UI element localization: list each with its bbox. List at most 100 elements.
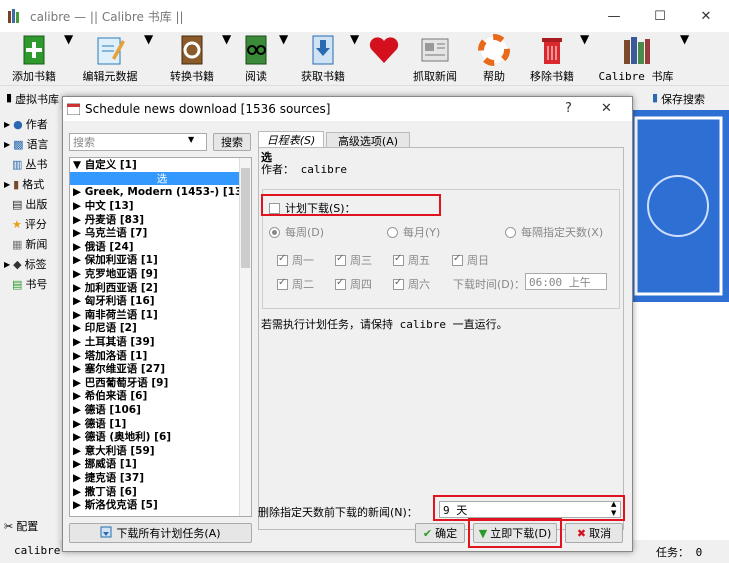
tree-item[interactable]: ▶ 俄语 [24] <box>70 240 251 254</box>
recipe-tree[interactable]: ▼ 自定义 [1] 选 ▶ Greek, Modern (1453-) [13] ▶ … <box>69 157 252 517</box>
remove-books-button[interactable]: 移除书籍 <box>526 32 578 86</box>
tab-schedule[interactable]: 日程表(S) <box>258 131 324 148</box>
day-monday-box[interactable] <box>277 253 288 266</box>
radio-monthly[interactable]: 每月(Y) <box>387 224 440 240</box>
close-button[interactable]: ✕ <box>683 0 729 32</box>
day-wednesday-box[interactable] <box>335 253 346 266</box>
maximize-button[interactable]: ☐ <box>637 0 683 32</box>
tree-item[interactable]: ▶ 德语 (奥地利) [6] <box>70 430 251 444</box>
help-icon <box>478 34 510 66</box>
tree-item[interactable]: ▶ 克罗地亚语 [9] <box>70 267 251 281</box>
dialog-close-button[interactable]: ✕ <box>601 101 612 116</box>
minimize-button[interactable]: — <box>591 0 637 32</box>
tree-item[interactable]: ▶ 撒丁语 [6] <box>70 484 251 498</box>
help-question-button[interactable]: ? <box>565 101 572 116</box>
day-tuesday-box[interactable] <box>277 277 288 290</box>
tree-item[interactable]: ▶ 南非荷兰语 [1] <box>70 308 251 322</box>
publisher-icon: ▤ <box>12 197 23 211</box>
day-tuesday[interactable]: 周二 <box>277 276 314 292</box>
tree-item[interactable]: ▶ 丹麦语 [83] <box>70 212 251 226</box>
day-sunday[interactable]: 周日 <box>452 252 489 268</box>
tree-item[interactable]: ▶ 保加利亚语 [1] <box>70 253 251 267</box>
tree-item[interactable]: ▶ 捷克语 [37] <box>70 471 251 485</box>
get-books-button[interactable]: 获取书籍 <box>298 32 348 86</box>
radio-interval[interactable]: 每隔指定天数(X) <box>505 224 603 240</box>
tree-item[interactable]: ▶ 乌克兰语 [7] <box>70 226 251 240</box>
sidebar-item-formats[interactable]: ▶ ▮ 格式 <box>4 176 44 192</box>
tree-item[interactable]: ▼ 自定义 [1] <box>70 158 251 172</box>
tree-item[interactable]: ▶ 印尼语 [2] <box>70 321 251 335</box>
convert-books-button[interactable]: 转换书籍 <box>166 32 218 86</box>
delete-days-label: 删除指定天数前下载的新闻(N)： <box>258 506 418 519</box>
convert-dropdown-icon[interactable]: ▼ <box>222 32 231 86</box>
window-title: calibre — || Calibre 书库 || <box>30 9 184 24</box>
search-history-dropdown-icon[interactable]: ▼ <box>188 135 194 144</box>
radio-weekly[interactable]: 每周(D) <box>269 224 324 240</box>
day-thursday-box[interactable] <box>335 277 346 290</box>
highlight-schedule-checkbox <box>261 194 441 216</box>
radio-interval-dot[interactable] <box>505 226 516 238</box>
tree-item[interactable]: ▶ 匈牙利语 [16] <box>70 294 251 308</box>
tree-item[interactable]: ▶ 希伯来语 [6] <box>70 389 251 403</box>
tree-item[interactable]: ▶ 意大利语 [59] <box>70 443 251 457</box>
read-dropdown-icon[interactable]: ▼ <box>279 32 288 86</box>
remove-dropdown-icon[interactable]: ▼ <box>580 32 589 86</box>
tree-item-selected[interactable]: 选 <box>70 171 251 186</box>
sidebar-item-identifiers[interactable]: ▤ 书号 <box>12 276 47 292</box>
day-sunday-box[interactable] <box>452 253 463 266</box>
tree-item[interactable]: ▶ 中文 [13] <box>70 199 251 213</box>
day-friday-box[interactable] <box>393 253 404 266</box>
download-all-scheduled-button[interactable]: 下载所有计划任务(A) <box>69 523 252 543</box>
virtual-library-button[interactable]: ▮ 虚拟书库 <box>6 91 59 107</box>
cancel-button[interactable]: ✖ 取消 <box>565 523 623 543</box>
tree-item[interactable]: ▶ 塞尔维亚语 [27] <box>70 362 251 376</box>
tree-item[interactable]: ▶ Greek, Modern (1453-) [13] <box>70 185 251 199</box>
tree-item[interactable]: ▶ 土耳其语 [39] <box>70 335 251 349</box>
search-button[interactable]: 搜索 <box>213 133 251 151</box>
saved-search-button[interactable]: ▮ 保存搜索 <box>652 91 705 107</box>
calendar-icon <box>66 102 81 118</box>
tree-item[interactable]: ▶ 塔加洛语 [1] <box>70 348 251 362</box>
tree-item[interactable]: ▶ 斯洛伐克语 [5] <box>70 498 251 512</box>
day-monday[interactable]: 周一 <box>277 252 314 268</box>
day-thursday[interactable]: 周四 <box>335 276 372 292</box>
tree-scrollbar[interactable] <box>239 158 251 516</box>
sidebar-item-news[interactable]: ▦ 新闻 <box>12 236 47 252</box>
ok-button[interactable]: ✔ 确定 <box>415 523 465 543</box>
sidebar-item-tags[interactable]: ▶ ◆ 标签 <box>4 256 47 272</box>
tree-item[interactable]: ▶ 巴西葡萄牙语 [9] <box>70 376 251 390</box>
sidebar-item-rating[interactable]: ★ 评分 <box>12 216 47 232</box>
sidebar-item-series[interactable]: ▥ 丛书 <box>12 156 47 172</box>
add-books-dropdown-icon[interactable]: ▼ <box>64 32 73 86</box>
sidebar-item-languages[interactable]: ▶ ▩ 语言 <box>4 136 49 152</box>
configure-button[interactable]: ✂ 配置 <box>4 518 38 534</box>
download-time-input[interactable]: 06:00 上午 <box>525 273 607 290</box>
get-books-dropdown-icon[interactable]: ▼ <box>350 32 359 86</box>
library-dropdown-icon[interactable]: ▼ <box>680 32 689 86</box>
day-saturday-box[interactable] <box>393 277 404 290</box>
edit-metadata-button[interactable]: 编辑元数据 <box>80 32 140 86</box>
library-button[interactable]: Calibre 书库 <box>598 32 674 86</box>
radio-monthly-dot[interactable] <box>387 226 398 238</box>
language-icon: ▩ <box>13 137 24 151</box>
donate-button[interactable] <box>366 32 402 86</box>
add-books-button[interactable]: 添加书籍 <box>8 32 60 86</box>
highlight-download-now <box>468 518 562 548</box>
day-wednesday[interactable]: 周三 <box>335 252 372 268</box>
edit-metadata-dropdown-icon[interactable]: ▼ <box>144 32 153 86</box>
edit-metadata-icon <box>94 34 126 66</box>
tree-item[interactable]: ▶ 加利西亚语 [2] <box>70 280 251 294</box>
tree-item[interactable]: ▶ 德语 [1] <box>70 416 251 430</box>
radio-weekly-dot[interactable] <box>269 226 280 238</box>
recipe-search-input[interactable]: 搜索 <box>69 133 207 151</box>
day-saturday[interactable]: 周六 <box>393 276 430 292</box>
day-friday[interactable]: 周五 <box>393 252 430 268</box>
tree-item[interactable]: ▶ 德语 [106] <box>70 403 251 417</box>
bookmark-icon: ▮ <box>652 91 659 104</box>
tree-item[interactable]: ▶ 挪威语 [1] <box>70 457 251 471</box>
fetch-news-button[interactable]: 抓取新闻 <box>410 32 460 86</box>
help-button[interactable]: 帮助 <box>474 32 514 86</box>
read-button[interactable]: 阅读 <box>236 32 276 86</box>
sidebar-item-authors[interactable]: ▶ ● 作者 <box>4 116 48 132</box>
sidebar-item-publishers[interactable]: ▤ 出版 <box>12 196 47 212</box>
